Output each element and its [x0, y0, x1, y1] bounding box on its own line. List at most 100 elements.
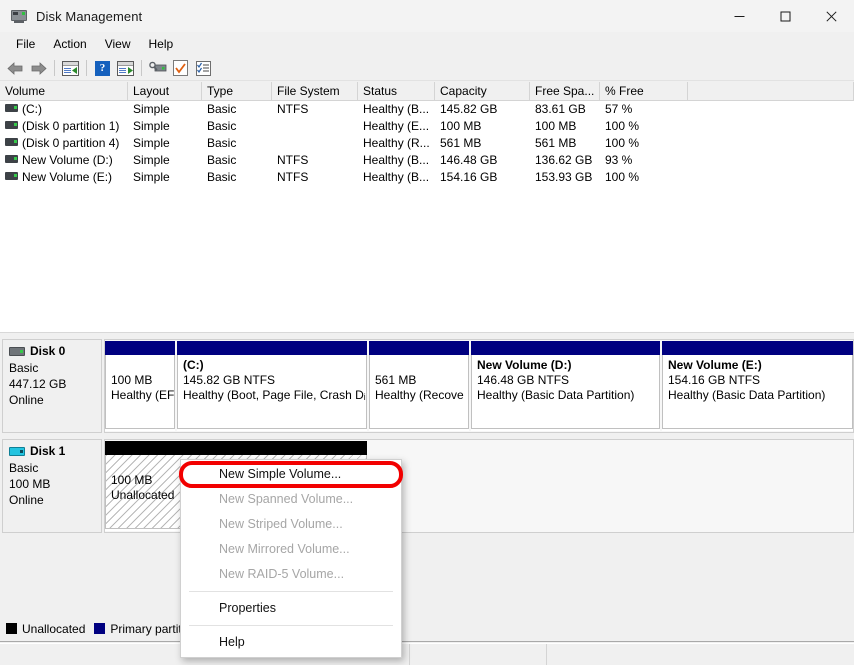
graphical-view-pane[interactable]: Disk 0 Basic 447.12 GB Online 100 MB Healthy…	[0, 336, 854, 616]
ctx-properties[interactable]: Properties	[181, 596, 401, 621]
help-button[interactable]: ?	[91, 57, 114, 79]
cell-type: Basic	[207, 170, 237, 184]
legend-bar: Unallocated Primary partiti	[0, 616, 854, 642]
ctx-new-striped-volume: New Striped Volume...	[219, 517, 343, 531]
cell-free_space: 136.62 GB	[535, 153, 593, 167]
show-hide-console-tree-button[interactable]	[59, 57, 82, 79]
volume-label: (Disk 0 partition 1)	[22, 119, 120, 133]
volume-list-rows: (C:) Simple Basic NTFS Healthy (B... 145.82 G…	[0, 101, 854, 186]
partition-color-bar	[369, 341, 469, 355]
column-header[interactable]: File System	[272, 82, 358, 100]
toolbar-separator	[54, 60, 55, 76]
column-header[interactable]	[688, 82, 854, 100]
partition-block[interactable]: New Volume (E:) 154.16 GB NTFS Healthy (Ba…	[662, 341, 853, 431]
minimize-button[interactable]	[716, 0, 762, 32]
volume-label: (C:)	[22, 102, 42, 116]
column-header[interactable]: Layout	[128, 82, 202, 100]
partition-body: 100 MB Healthy (EF	[105, 355, 175, 429]
close-button[interactable]	[808, 0, 854, 32]
partition-size: 561 MB	[375, 373, 417, 387]
status-section-2	[410, 644, 547, 665]
cell-type: Basic	[207, 102, 237, 116]
disk-scan-icon	[148, 61, 167, 75]
legend-primary-partition: Primary partiti	[94, 622, 184, 636]
partition-block[interactable]: 561 MB Healthy (Recove	[369, 341, 469, 431]
menu-view[interactable]: View	[96, 34, 140, 54]
table-row[interactable]: (Disk 0 partition 1) Simple Basic Healthy (…	[0, 118, 854, 135]
disk-info-disk-1[interactable]: Disk 1 Basic 100 MB Online	[2, 439, 102, 533]
volume-list-pane[interactable]: Volume Layout Type File System Status Capacit…	[0, 82, 854, 332]
maximize-button[interactable]	[762, 0, 808, 32]
disk-icon	[9, 446, 25, 456]
cell-type: Basic	[207, 153, 237, 167]
column-header[interactable]: Capacity	[435, 82, 530, 100]
cell-volume: New Volume (D:)	[0, 152, 128, 169]
table-row[interactable]: New Volume (D:) Simple Basic NTFS Healthy (B…	[0, 152, 854, 169]
title-bar: Disk Management	[0, 0, 854, 32]
cell-status: Healthy (B...	[363, 153, 430, 167]
table-row[interactable]: (Disk 0 partition 4) Simple Basic Healthy (…	[0, 135, 854, 152]
partition-color-bar	[177, 341, 367, 355]
list-checks-icon	[196, 60, 211, 76]
column-header[interactable]: % Free	[600, 82, 688, 100]
column-header[interactable]: Status	[358, 82, 435, 100]
cell-volume: (C:)	[0, 101, 128, 118]
partition-body: New Volume (D:) 146.48 GB NTFS Healthy (Ba…	[471, 355, 660, 429]
cell-file_system	[272, 135, 358, 152]
volume-icon	[5, 104, 18, 112]
ctx-new-simple-volume[interactable]: New Simple Volume...	[181, 462, 401, 487]
partition-status: Healthy (Boot, Page File, Crash Dᵢ	[183, 388, 366, 402]
menu-bar: File Action View Help	[0, 32, 854, 56]
cell-percent_free: 100 %	[605, 136, 640, 150]
partition-size: 145.82 GB NTFS	[183, 373, 276, 387]
partition-block[interactable]: New Volume (D:) 146.48 GB NTFS Healthy (Ba…	[471, 341, 660, 431]
ctx-new-spanned-volume: New Spanned Volume...	[219, 492, 354, 506]
volume-icon	[5, 138, 18, 146]
rescan-disks-button[interactable]	[146, 57, 169, 79]
table-row[interactable]: (C:) Simple Basic NTFS Healthy (B... 145.82 G…	[0, 101, 854, 118]
legend-label: Unallocated	[22, 621, 86, 636]
forward-arrow-icon	[31, 61, 47, 75]
cell-status: Healthy (B...	[363, 102, 430, 116]
partition-size: 154.16 GB NTFS	[668, 373, 761, 387]
cell-layout: Simple	[133, 136, 170, 150]
partition-color-bar	[471, 341, 660, 355]
partition-status: Healthy (Recove	[375, 388, 464, 402]
menu-action[interactable]: Action	[44, 34, 95, 54]
menu-file[interactable]: File	[7, 34, 44, 54]
back-button[interactable]	[4, 57, 27, 79]
partition-body: (C:) 145.82 GB NTFS Healthy (Boot, Page Fi…	[177, 355, 367, 429]
disk-state: Online	[9, 393, 44, 407]
context-menu[interactable]: New Simple Volume... New Spanned Volume..…	[180, 459, 402, 658]
properties-check-icon	[173, 60, 188, 76]
partition-color-bar	[105, 441, 367, 455]
menu-help[interactable]: Help	[140, 34, 183, 54]
disk-info-disk-0[interactable]: Disk 0 Basic 447.12 GB Online	[2, 339, 102, 433]
table-row[interactable]: New Volume (E:) Simple Basic NTFS Healthy (B…	[0, 169, 854, 186]
cell-capacity: 100 MB	[440, 119, 482, 133]
column-header[interactable]: Volume	[0, 82, 128, 100]
status-bar	[0, 643, 854, 665]
show-hide-action-pane-button[interactable]	[114, 57, 137, 79]
partition-label	[111, 358, 170, 373]
disk-management-window: Disk Management File Action View Help ? …	[0, 0, 854, 665]
ctx-help[interactable]: Help	[181, 630, 401, 655]
column-header[interactable]: Type	[202, 82, 272, 100]
partition-status: Healthy (EF	[111, 388, 175, 402]
cell-file_system: NTFS	[277, 153, 309, 167]
disk-icon	[9, 346, 25, 356]
column-header[interactable]: Free Spa...	[530, 82, 600, 100]
cell-layout: Simple	[133, 153, 170, 167]
properties-button[interactable]	[169, 57, 192, 79]
partition-size: 146.48 GB NTFS	[477, 373, 570, 387]
partition-color-bar	[662, 341, 853, 355]
list-view-button[interactable]	[192, 57, 215, 79]
forward-button[interactable]	[27, 57, 50, 79]
legend-unallocated: Unallocated	[6, 622, 85, 636]
partition-block[interactable]: 100 MB Healthy (EF	[105, 341, 175, 431]
status-section-3	[547, 644, 854, 665]
disk-management-icon	[11, 8, 27, 24]
partition-block[interactable]: (C:) 145.82 GB NTFS Healthy (Boot, Page Fi…	[177, 341, 367, 431]
partition-label: (C:)	[183, 358, 204, 372]
partition-status: Healthy (Basic Data Partition)	[477, 388, 635, 402]
